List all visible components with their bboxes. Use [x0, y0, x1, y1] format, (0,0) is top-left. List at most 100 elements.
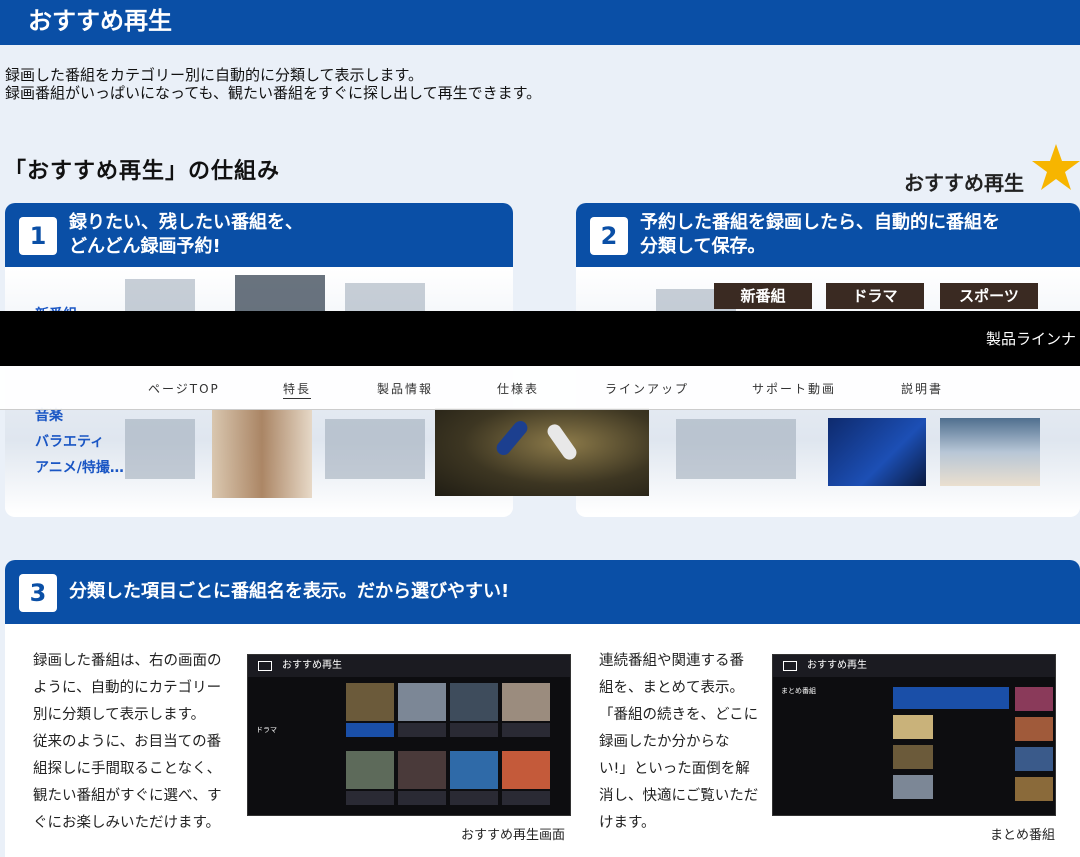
category-label-new: 新番組: [714, 283, 812, 309]
step-card-2-header: 2 予約した番組を録画したら、自動的に番組を 分類して保存。: [576, 203, 1080, 267]
program-thumb: [893, 745, 933, 769]
tv-icon: [258, 661, 272, 671]
text-line: 録画したか分からな: [599, 734, 730, 750]
tv-icon: [783, 661, 797, 671]
program-thumb: [450, 683, 498, 721]
program-thumb: [502, 683, 550, 721]
genre-drama: ドラマ: [256, 726, 277, 734]
player-figure: [544, 421, 580, 463]
sticky-black-bar: 製品ラインナ: [0, 311, 1080, 366]
nav-manual[interactable]: 説明書: [901, 380, 943, 397]
matome-screen: おすすめ再生 まとめ番組: [772, 654, 1056, 816]
program-title-cell: [346, 723, 394, 737]
genre-item: バラエティ: [35, 434, 105, 450]
text-line: 別に分類して表示します。: [33, 707, 206, 723]
step-3-left-text: 録画した番組は、右の画面の ように、自動的にカテゴリー 別に分類して表示します。…: [33, 648, 222, 837]
people-photo: [212, 410, 312, 498]
screen-caption-osusume: おすすめ再生画面: [461, 828, 566, 843]
player-figure: [493, 418, 531, 458]
screen-title: おすすめ再生: [807, 660, 867, 671]
step-card-3-header: 3 分類した項目ごとに番組名を表示。だから選びやすい!: [5, 560, 1080, 624]
section-title: 「おすすめ再生」の仕組み: [4, 159, 281, 184]
genre-list: 音楽 バラエティ アニメ/特撮…: [35, 403, 124, 481]
screen-title-bar: おすすめ再生: [248, 655, 570, 677]
program-thumb: [398, 751, 446, 789]
program-thumb: [893, 775, 933, 799]
nav-product-info[interactable]: 製品情報: [377, 380, 433, 397]
text-line: 組を、まとめて表示。: [599, 680, 744, 696]
step-3-heading: 分類した項目ごとに番組名を表示。だから選びやすい!: [69, 581, 510, 602]
thumbnail-tile: [125, 419, 195, 479]
step-number-3: 3: [19, 574, 57, 612]
star-icon: [1032, 144, 1080, 190]
program-thumb: [346, 683, 394, 721]
text-line: 録画した番組は、右の画面の: [33, 653, 222, 669]
soccer-photo: [435, 408, 649, 496]
program-thumb: [450, 751, 498, 789]
osusume-logo: おすすめ再生: [904, 171, 1024, 195]
program-title-cell: [346, 791, 394, 805]
step-3-right-text: 連続番組や関連する番 組を、まとめて表示。 「番組の続きを、どこに 録画したか分…: [599, 648, 758, 837]
page-title: おすすめ再生: [28, 7, 172, 35]
program-title-cell: [450, 723, 498, 737]
nav-support-video[interactable]: サポート動画: [752, 380, 836, 397]
screen-title-bar: おすすめ再生: [773, 655, 1055, 677]
intro-line-2: 録画番組がいっぱいになっても、観たい番組をすぐに探し出して再生できます。: [5, 84, 542, 102]
category-label-sports: スポーツ: [940, 283, 1038, 309]
nav-lineup[interactable]: ラインアップ: [605, 380, 689, 397]
text-line: 「番組の続きを、どこに: [599, 707, 759, 723]
text-line: けます。: [599, 815, 656, 831]
step-1-heading-line1: 録りたい、残したい番組を、: [69, 212, 303, 233]
screen-genre-list: ドラマ: [256, 685, 277, 737]
thumbnail-tile: [325, 419, 425, 479]
program-thumb: [1015, 687, 1053, 711]
text-line: 従来のように、お目当ての番: [33, 734, 222, 750]
text-line: ぐにお楽しみいただけます。: [33, 815, 221, 831]
program-thumb: [893, 715, 933, 739]
step-card-3: 3 分類した項目ごとに番組名を表示。だから選びやすい! 録画した番組は、右の画面…: [5, 560, 1080, 857]
section-nav: ページTOP 特長 製品情報 仕様表 ラインアップ サポート動画 説明書: [0, 366, 1080, 410]
step-card-1-header: 1 録りたい、残したい番組を、 どんどん録画予約!: [5, 203, 513, 267]
genre-matome: まとめ番組: [781, 687, 816, 695]
program-thumb: [1015, 777, 1053, 801]
intro-line-1: 録画した番組をカテゴリー別に自動的に分類して表示します。: [5, 66, 424, 84]
news-photo: [940, 418, 1040, 486]
program-title-cell: [502, 723, 550, 737]
program-title-cell: [398, 791, 446, 805]
program-thumb: [1015, 747, 1053, 771]
thumbnail-tile: [235, 275, 325, 315]
step-2-heading-line2: 分類して保存。: [640, 236, 766, 257]
category-label-drama: ドラマ: [826, 283, 924, 309]
music-photo: [828, 418, 926, 486]
program-thumb: [502, 751, 550, 789]
screen-caption-matome: まとめ番組: [990, 828, 1056, 843]
program-thumb: [398, 683, 446, 721]
text-line: 消し、快適にご覧いただ: [599, 788, 759, 804]
text-line: 連続番組や関連する番: [599, 653, 744, 669]
text-line: 観たい番組がすぐに選べ、す: [33, 788, 222, 804]
program-title-cell: [398, 723, 446, 737]
program-thumb: [346, 751, 394, 789]
step-1-heading: 録りたい、残したい番組を、 どんどん録画予約!: [69, 211, 303, 259]
product-lineup-link[interactable]: 製品ラインナ: [986, 328, 1076, 349]
thumbnail-tile: [676, 419, 796, 479]
step-number-2: 2: [590, 217, 628, 255]
step-number-1: 1: [19, 217, 57, 255]
screen-genre-list: まとめ番組: [781, 685, 816, 698]
text-line: 組探しに手間取ることなく、: [33, 761, 222, 777]
text-line: い!」といった面倒を解: [599, 761, 750, 777]
program-title-cell: [502, 791, 550, 805]
step-2-heading: 予約した番組を録画したら、自動的に番組を 分類して保存。: [640, 211, 1000, 259]
program-thumb: [1015, 717, 1053, 741]
page-header: おすすめ再生: [0, 0, 1080, 45]
program-title-cell: [450, 791, 498, 805]
osusume-screen: おすすめ再生 ドラマ: [247, 654, 571, 816]
nav-features[interactable]: 特長: [283, 380, 312, 399]
nav-spec[interactable]: 仕様表: [497, 380, 539, 397]
text-line: ように、自動的にカテゴリー: [33, 680, 222, 696]
nav-page-top[interactable]: ページTOP: [148, 380, 220, 397]
program-row: [893, 687, 1009, 709]
screen-title: おすすめ再生: [282, 660, 342, 671]
genre-item: アニメ/特撮…: [35, 460, 124, 476]
step-2-heading-line1: 予約した番組を録画したら、自動的に番組を: [640, 212, 1000, 233]
